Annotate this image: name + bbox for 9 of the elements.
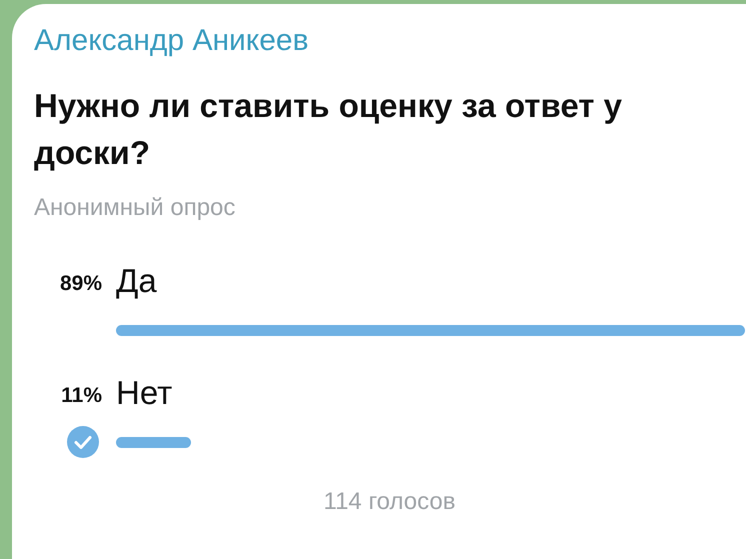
poll-type: Анонимный опрос [34, 194, 236, 222]
poll-option[interactable]: 89% Да [34, 262, 745, 346]
vote-percentage: 11% [61, 383, 103, 408]
vote-percentage: 89% [60, 271, 103, 296]
vote-count[interactable]: 114 голосов [34, 488, 745, 516]
option-label: Да [116, 262, 158, 300]
option-label: Нет [116, 374, 174, 412]
author-name[interactable]: Александр Аникеев [34, 24, 746, 58]
poll-question: Нужно ли ставить оценку за ответ у доски? [34, 86, 623, 173]
